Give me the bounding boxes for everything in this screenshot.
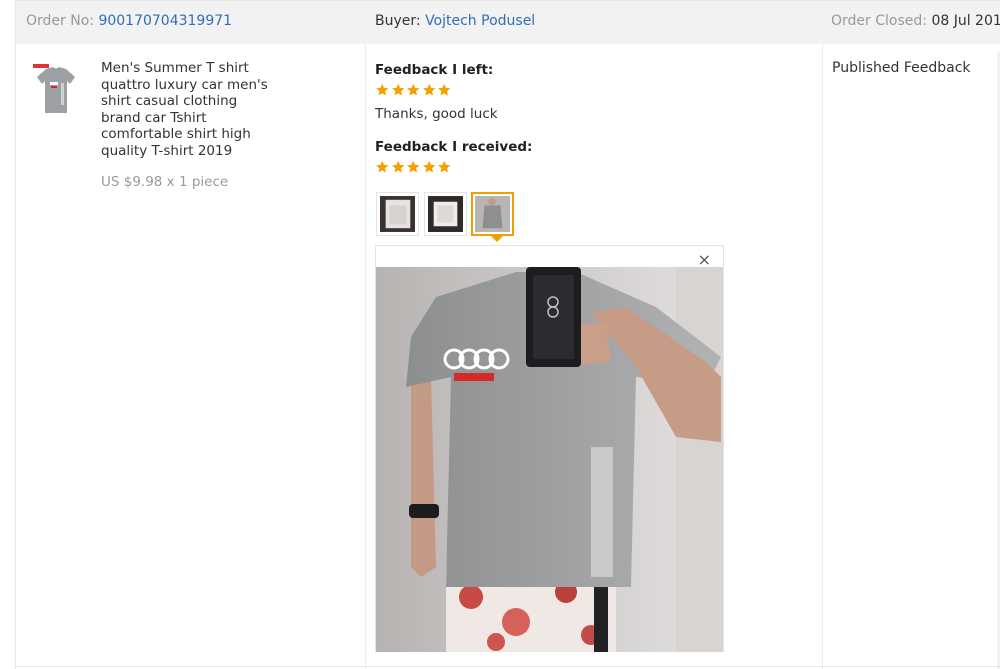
feedback-received-heading: Feedback I received: bbox=[375, 139, 533, 155]
star-icon bbox=[407, 83, 420, 96]
photo-thumb-3[interactable] bbox=[471, 192, 514, 236]
star-icon bbox=[391, 83, 404, 96]
order-header: Order No: 900170704319971 Buyer: Vojtech… bbox=[16, 0, 1000, 44]
order-closed: Order Closed: 08 Jul 2019 0 bbox=[831, 13, 1000, 29]
buyer-label: Buyer: bbox=[375, 13, 421, 29]
published-feedback-status: Published Feedback bbox=[832, 60, 971, 76]
product-price: US $9.98 x 1 piece bbox=[101, 174, 229, 190]
star-icon bbox=[438, 83, 451, 96]
star-icon bbox=[407, 160, 420, 173]
tshirt-icon bbox=[29, 61, 83, 117]
row-divider bbox=[16, 666, 1000, 667]
photo-preview: × bbox=[375, 245, 724, 652]
preview-photo bbox=[376, 267, 723, 652]
order-number-link[interactable]: 900170704319971 bbox=[98, 13, 232, 29]
product-thumbnail[interactable] bbox=[29, 61, 83, 117]
product-title[interactable]: Men's Summer T shirt quattro luxury car … bbox=[101, 60, 281, 159]
column-divider bbox=[822, 44, 823, 669]
photo-thumb-1[interactable] bbox=[376, 192, 419, 236]
star-icon bbox=[422, 83, 435, 96]
buyer: Buyer: Vojtech Podusel bbox=[375, 13, 535, 29]
order-number-label: Order No: bbox=[26, 13, 94, 29]
feedback-left-heading: Feedback I left: bbox=[375, 62, 494, 78]
order-closed-date: 08 Jul 2019 0 bbox=[931, 13, 1000, 29]
feedback-left-text: Thanks, good luck bbox=[375, 106, 498, 122]
star-icon bbox=[376, 160, 389, 173]
close-icon[interactable]: × bbox=[698, 252, 711, 268]
photo-icon bbox=[380, 196, 415, 232]
order-number: Order No: 900170704319971 bbox=[26, 13, 232, 29]
star-icon bbox=[422, 160, 435, 173]
selected-photo-caret bbox=[491, 236, 503, 242]
photo-thumb-2[interactable] bbox=[424, 192, 467, 236]
buyer-name-link[interactable]: Vojtech Podusel bbox=[425, 13, 535, 29]
photo-icon bbox=[428, 196, 463, 232]
photo-icon bbox=[475, 196, 510, 232]
order-card: Order No: 900170704319971 Buyer: Vojtech… bbox=[15, 0, 1000, 669]
feedback-left-stars bbox=[375, 83, 452, 97]
order-closed-label: Order Closed: bbox=[831, 13, 927, 29]
feedback-received-stars bbox=[375, 160, 452, 174]
star-icon bbox=[376, 83, 389, 96]
column-divider bbox=[365, 44, 366, 669]
star-icon bbox=[438, 160, 451, 173]
star-icon bbox=[391, 160, 404, 173]
